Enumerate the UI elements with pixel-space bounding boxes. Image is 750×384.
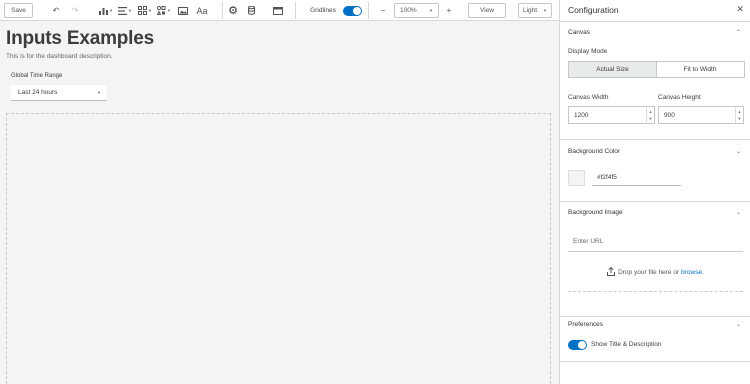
code-view-icon[interactable] [271,3,285,18]
shape-icon[interactable]: ▼ [156,3,172,18]
canvas-width-label: Canvas Width [568,94,609,101]
zoom-value: 100% [400,7,417,14]
color-swatch[interactable] [568,170,585,186]
gridlines-toggle[interactable] [342,3,362,18]
canvas-section-title[interactable]: Canvas [568,29,590,36]
configuration-panel: Configuration ✕ Canvas ⌃ Display Mode Ac… [559,0,750,384]
layout-drop-area[interactable] [6,113,551,384]
actual-size-button[interactable]: Actual Size [568,61,657,78]
chevron-down-icon: ▼ [543,8,547,13]
theme-value: Light [523,7,538,14]
save-button[interactable]: Save [4,3,33,18]
input-filter-icon[interactable]: ▼ [118,3,132,18]
url-placeholder: Enter URL [573,238,604,245]
stepper-icon[interactable]: ▲ ▼ [735,107,743,123]
upload-icon [607,266,616,278]
chevron-down-icon[interactable]: ⌄ [736,148,741,155]
canvas-height-label: Canvas Height [658,94,701,101]
canvas-height-value: 900 [664,111,675,119]
chevron-down-icon[interactable]: ⌄ [736,209,741,216]
time-range-label: Global Time Range [11,73,63,79]
dashboard-canvas[interactable]: Inputs Examples This is for the dashboar… [0,21,559,384]
chevron-up-icon[interactable]: ⌃ [736,29,741,36]
data-sources-icon[interactable] [245,3,257,18]
close-icon[interactable]: ✕ [736,4,744,15]
background-color-input[interactable]: #f2f4f5 [592,170,681,186]
layout-grid-icon[interactable]: ▼ [137,3,153,18]
stepper-icon[interactable]: ▲ ▼ [646,107,654,123]
editor-toolbar: Save ↶ ↷ ▼ ▼ ▼ ▼ Aa ⚙ Gridlines − 100% ▼… [0,0,559,21]
theme-select[interactable]: Light ▼ [518,3,552,18]
time-range-value: Last 24 hours [18,89,58,96]
show-title-label: Show Title & Description [591,341,662,348]
display-mode-label: Display Mode [568,48,608,55]
view-button[interactable]: View [468,3,506,18]
gear-icon[interactable]: ⚙ [226,3,240,18]
zoom-select[interactable]: 100% ▼ [394,3,439,18]
browse-link[interactable]: browse. [681,269,704,276]
background-color-title[interactable]: Background Color [568,148,620,155]
chevron-down-icon: ▼ [97,90,101,95]
fit-to-width-button[interactable]: Fit to Width [656,61,745,78]
show-title-toggle[interactable] [568,340,587,350]
zoom-in-icon[interactable]: + [443,3,455,18]
redo-icon[interactable]: ↷ [69,3,81,18]
panel-title: Configuration [568,5,619,15]
background-image-title[interactable]: Background Image [568,209,623,216]
gridlines-label: Gridlines [310,7,336,14]
chevron-down-icon: ▼ [429,8,433,13]
background-url-input[interactable]: Enter URL [568,232,743,252]
drop-text: Drop your file here or [618,269,680,276]
zoom-out-icon[interactable]: − [377,3,389,18]
undo-icon[interactable]: ↶ [50,3,62,18]
time-range-dropdown[interactable]: Last 24 hours ▼ [11,85,107,101]
image-icon[interactable] [176,3,189,18]
file-drop-zone[interactable]: Drop your file here or browse. [568,254,743,292]
canvas-width-value: 1200 [574,111,589,119]
background-color-value: #f2f4f5 [597,174,617,181]
chart-icon[interactable]: ▼ [98,3,114,18]
canvas-width-input[interactable]: 1200 ▲ ▼ [568,106,655,124]
preferences-title[interactable]: Preferences [568,321,603,328]
dashboard-title[interactable]: Inputs Examples [6,28,154,50]
chevron-down-icon[interactable]: ⌄ [736,321,741,328]
text-icon[interactable]: Aa [194,3,210,18]
canvas-height-input[interactable]: 900 ▲ ▼ [658,106,744,124]
dashboard-description[interactable]: This is for the dashboard description. [6,53,113,60]
